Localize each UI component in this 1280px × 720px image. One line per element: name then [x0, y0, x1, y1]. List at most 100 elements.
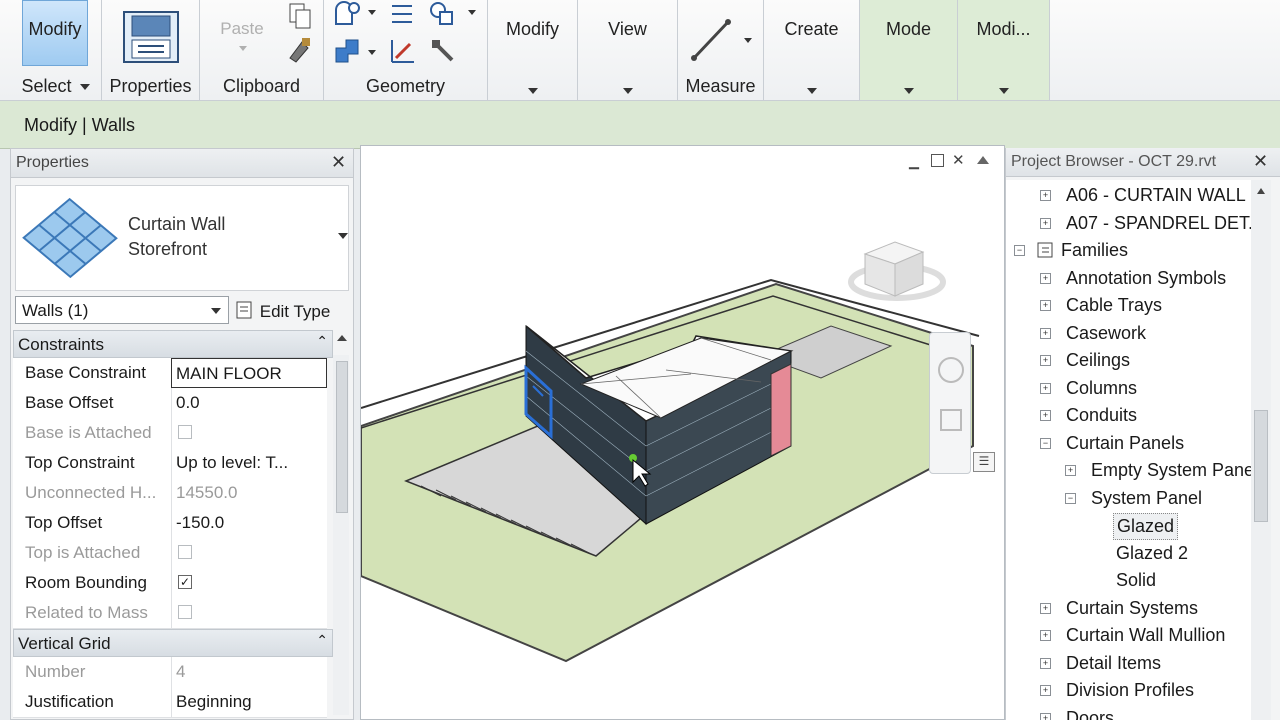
prop-row-top-constraint: Top Constraint Up to level: T... [13, 448, 327, 479]
chevron-down-icon [903, 88, 914, 94]
prop-row-base-constraint: Base Constraint MAIN FLOOR [13, 358, 327, 389]
justification-value[interactable]: Beginning [171, 687, 327, 717]
expand-icon[interactable]: + [1065, 465, 1076, 476]
menu-icon[interactable]: ☰ [973, 452, 995, 472]
scroll-thumb[interactable] [1254, 410, 1268, 522]
tree-item[interactable]: Glazed 2 [1116, 543, 1188, 564]
tree-item[interactable]: Ceilings [1066, 350, 1130, 371]
close-icon[interactable]: ✕ [1253, 151, 1268, 172]
cope-icon[interactable] [332, 0, 362, 28]
base-offset-value[interactable]: 0.0 [171, 388, 327, 418]
collapse-icon[interactable]: ⌃ [316, 333, 328, 350]
expand-icon[interactable]: + [1040, 300, 1051, 311]
collapse-icon[interactable]: − [1040, 438, 1051, 449]
paste-button[interactable]: Paste [212, 0, 272, 66]
expand-icon[interactable]: + [1040, 218, 1051, 229]
modify-panel[interactable]: Modify [488, 0, 578, 100]
tree-item[interactable]: Detail Items [1066, 653, 1161, 674]
tree-item[interactable]: Curtain Systems [1066, 598, 1198, 619]
checkbox[interactable] [178, 425, 192, 439]
expand-icon[interactable]: + [1040, 713, 1051, 720]
tree-item-selected[interactable]: Glazed [1113, 513, 1179, 540]
number-value[interactable]: 4 [171, 657, 327, 687]
join-geometry-icon[interactable] [428, 0, 458, 28]
properties-header: Properties ✕ [11, 149, 353, 178]
scroll-up-icon[interactable] [977, 156, 989, 164]
tree-item[interactable]: Columns [1066, 378, 1137, 399]
tree-item[interactable]: Annotation Symbols [1066, 268, 1226, 289]
expand-icon[interactable]: + [1040, 383, 1051, 394]
tree-item[interactable]: Conduits [1066, 405, 1137, 426]
base-constraint-value[interactable]: MAIN FLOOR [171, 358, 327, 388]
modify-tool-button[interactable]: Modify [22, 0, 88, 66]
tree-item[interactable]: Curtain Panels [1066, 433, 1184, 454]
browser-tree: + A06 - CURTAIN WALL + A07 - SPANDREL DE… [1006, 180, 1252, 720]
view-panel[interactable]: View [578, 0, 678, 100]
split-face-icon[interactable] [388, 0, 416, 28]
expand-icon[interactable]: + [1040, 603, 1051, 614]
instance-filter-dropdown[interactable]: Walls (1) [15, 296, 229, 324]
group-vertical-grid[interactable]: Vertical Grid ⌃ [13, 629, 333, 657]
viewcube-icon[interactable] [845, 224, 955, 314]
modify-walls-panel[interactable]: Modi... [958, 0, 1050, 100]
collapse-icon[interactable]: ⌃ [316, 632, 328, 649]
browser-scrollbar[interactable] [1251, 180, 1271, 720]
restore-icon[interactable] [931, 154, 944, 167]
expand-icon[interactable]: + [1040, 273, 1051, 284]
expand-icon[interactable]: + [1040, 630, 1051, 641]
close-icon[interactable]: ✕ [331, 152, 346, 173]
paint-icon[interactable] [388, 36, 418, 66]
match-properties-icon[interactable] [286, 36, 314, 64]
expand-icon[interactable]: + [1040, 410, 1051, 421]
scroll-up-icon[interactable] [337, 335, 347, 341]
modify-tool-label: Modify [28, 19, 82, 39]
scroll-thumb[interactable] [336, 361, 348, 513]
chevron-down-icon [527, 88, 538, 94]
tree-item[interactable]: A07 - SPANDREL DET. [1066, 213, 1252, 234]
group-constraints[interactable]: Constraints ⌃ [13, 330, 333, 358]
tree-item[interactable]: System Panel [1091, 488, 1202, 509]
mode-panel[interactable]: Mode [860, 0, 958, 100]
type-selector[interactable]: Curtain Wall Storefront [15, 185, 349, 291]
scroll-up-icon[interactable] [1257, 188, 1265, 194]
minimize-icon[interactable]: ▁ [909, 154, 919, 170]
expand-icon[interactable]: + [1040, 328, 1051, 339]
close-view-icon[interactable]: ✕ [952, 151, 965, 169]
top-constraint-value[interactable]: Up to level: T... [171, 448, 327, 478]
zoom-icon[interactable] [940, 409, 962, 431]
tree-item[interactable]: Solid [1116, 570, 1156, 591]
prop-row-base-is-attached: Base is Attached [13, 418, 327, 449]
properties-tool-button[interactable] [120, 0, 182, 66]
checkbox[interactable] [178, 545, 192, 559]
cut-geometry-icon[interactable] [332, 36, 362, 66]
collapse-icon[interactable]: − [1014, 245, 1025, 256]
wall-joins-icon[interactable] [428, 36, 458, 66]
tree-item[interactable]: Division Profiles [1066, 680, 1194, 701]
measure-icon[interactable] [688, 14, 734, 64]
3d-view-canvas[interactable]: ▁ ✕ ☰ [360, 145, 1005, 720]
tree-item[interactable]: A06 - CURTAIN WALL [1066, 185, 1246, 206]
unconnected-height-value[interactable]: 14550.0 [171, 478, 327, 508]
expand-icon[interactable]: + [1040, 658, 1051, 669]
create-panel[interactable]: Create [764, 0, 860, 100]
checkbox[interactable] [178, 605, 192, 619]
tree-item[interactable]: Doors [1066, 708, 1114, 720]
edit-type-button[interactable]: Edit Type [235, 296, 330, 328]
tree-item[interactable]: Casework [1066, 323, 1146, 344]
tree-item[interactable]: Empty System Pane [1091, 460, 1252, 481]
top-offset-value[interactable]: -150.0 [171, 508, 327, 538]
tree-item[interactable]: Cable Trays [1066, 295, 1162, 316]
steering-wheel-icon[interactable] [938, 357, 964, 383]
checkbox-checked[interactable]: ✓ [178, 575, 192, 589]
mode-panel-label: Mode [885, 19, 932, 39]
copy-icon[interactable] [286, 2, 314, 30]
select-dropdown[interactable]: Select [0, 74, 101, 100]
expand-icon[interactable]: + [1040, 355, 1051, 366]
group-vertical-grid-label: Vertical Grid [18, 634, 111, 653]
collapse-icon[interactable]: − [1065, 493, 1076, 504]
expand-icon[interactable]: + [1040, 685, 1051, 696]
tree-item-families[interactable]: Families [1061, 240, 1128, 261]
tree-item[interactable]: Curtain Wall Mullion [1066, 625, 1225, 646]
expand-icon[interactable]: + [1040, 190, 1051, 201]
properties-scrollbar[interactable] [333, 355, 349, 715]
